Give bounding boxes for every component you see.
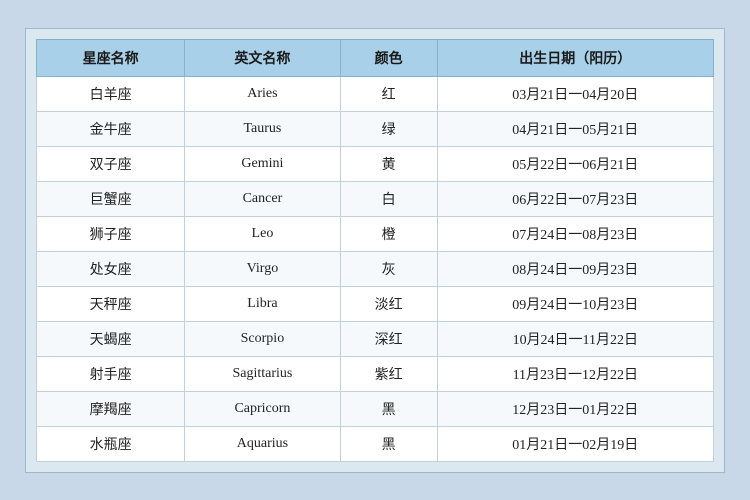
cell-english-name: Virgo bbox=[185, 251, 340, 286]
cell-dates: 08月24日一09月23日 bbox=[437, 251, 713, 286]
cell-english-name: Aquarius bbox=[185, 426, 340, 461]
cell-chinese-name: 巨蟹座 bbox=[37, 181, 185, 216]
cell-english-name: Capricorn bbox=[185, 391, 340, 426]
header-color: 颜色 bbox=[340, 39, 437, 76]
table-row: 天蝎座Scorpio深红10月24日一11月22日 bbox=[37, 321, 714, 356]
table-row: 天秤座Libra淡红09月24日一10月23日 bbox=[37, 286, 714, 321]
table-row: 金牛座Taurus绿04月21日一05月21日 bbox=[37, 111, 714, 146]
zodiac-table: 星座名称 英文名称 颜色 出生日期（阳历） 白羊座Aries红03月21日一04… bbox=[36, 39, 714, 462]
cell-color: 黄 bbox=[340, 146, 437, 181]
cell-chinese-name: 处女座 bbox=[37, 251, 185, 286]
table-row: 射手座Sagittarius紫红11月23日一12月22日 bbox=[37, 356, 714, 391]
cell-chinese-name: 狮子座 bbox=[37, 216, 185, 251]
header-dates: 出生日期（阳历） bbox=[437, 39, 713, 76]
cell-color: 白 bbox=[340, 181, 437, 216]
cell-english-name: Gemini bbox=[185, 146, 340, 181]
cell-english-name: Cancer bbox=[185, 181, 340, 216]
cell-dates: 11月23日一12月22日 bbox=[437, 356, 713, 391]
cell-english-name: Scorpio bbox=[185, 321, 340, 356]
table-row: 摩羯座Capricorn黑12月23日一01月22日 bbox=[37, 391, 714, 426]
cell-color: 灰 bbox=[340, 251, 437, 286]
cell-chinese-name: 金牛座 bbox=[37, 111, 185, 146]
cell-dates: 05月22日一06月21日 bbox=[437, 146, 713, 181]
table-row: 狮子座Leo橙07月24日一08月23日 bbox=[37, 216, 714, 251]
cell-color: 深红 bbox=[340, 321, 437, 356]
cell-dates: 07月24日一08月23日 bbox=[437, 216, 713, 251]
cell-english-name: Taurus bbox=[185, 111, 340, 146]
cell-color: 绿 bbox=[340, 111, 437, 146]
cell-color: 橙 bbox=[340, 216, 437, 251]
table-row: 白羊座Aries红03月21日一04月20日 bbox=[37, 76, 714, 111]
main-container: 星座名称 英文名称 颜色 出生日期（阳历） 白羊座Aries红03月21日一04… bbox=[25, 28, 725, 473]
table-header-row: 星座名称 英文名称 颜色 出生日期（阳历） bbox=[37, 39, 714, 76]
header-english-name: 英文名称 bbox=[185, 39, 340, 76]
cell-dates: 01月21日一02月19日 bbox=[437, 426, 713, 461]
cell-chinese-name: 白羊座 bbox=[37, 76, 185, 111]
table-row: 双子座Gemini黄05月22日一06月21日 bbox=[37, 146, 714, 181]
cell-dates: 06月22日一07月23日 bbox=[437, 181, 713, 216]
cell-color: 红 bbox=[340, 76, 437, 111]
cell-dates: 03月21日一04月20日 bbox=[437, 76, 713, 111]
cell-color: 黑 bbox=[340, 426, 437, 461]
cell-english-name: Aries bbox=[185, 76, 340, 111]
cell-chinese-name: 天秤座 bbox=[37, 286, 185, 321]
cell-color: 紫红 bbox=[340, 356, 437, 391]
cell-dates: 09月24日一10月23日 bbox=[437, 286, 713, 321]
table-row: 巨蟹座Cancer白06月22日一07月23日 bbox=[37, 181, 714, 216]
header-chinese-name: 星座名称 bbox=[37, 39, 185, 76]
table-row: 水瓶座Aquarius黑01月21日一02月19日 bbox=[37, 426, 714, 461]
cell-color: 黑 bbox=[340, 391, 437, 426]
cell-english-name: Libra bbox=[185, 286, 340, 321]
cell-chinese-name: 射手座 bbox=[37, 356, 185, 391]
table-row: 处女座Virgo灰08月24日一09月23日 bbox=[37, 251, 714, 286]
cell-english-name: Leo bbox=[185, 216, 340, 251]
cell-chinese-name: 水瓶座 bbox=[37, 426, 185, 461]
cell-dates: 12月23日一01月22日 bbox=[437, 391, 713, 426]
cell-color: 淡红 bbox=[340, 286, 437, 321]
cell-chinese-name: 双子座 bbox=[37, 146, 185, 181]
cell-chinese-name: 摩羯座 bbox=[37, 391, 185, 426]
cell-dates: 10月24日一11月22日 bbox=[437, 321, 713, 356]
cell-english-name: Sagittarius bbox=[185, 356, 340, 391]
cell-chinese-name: 天蝎座 bbox=[37, 321, 185, 356]
cell-dates: 04月21日一05月21日 bbox=[437, 111, 713, 146]
